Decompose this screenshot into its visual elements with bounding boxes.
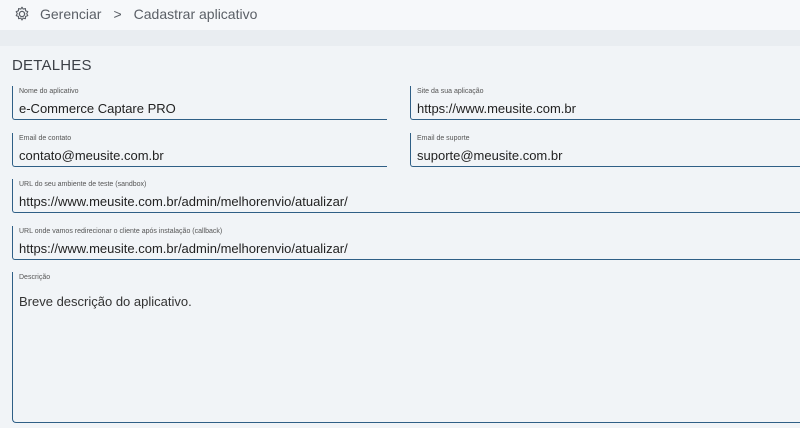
breadcrumb: Gerenciar > Cadastrar aplicativo	[14, 6, 257, 22]
breadcrumb-item-gerenciar[interactable]: Gerenciar	[40, 6, 101, 22]
field-label: Email de suporte	[417, 135, 470, 142]
field-label: URL do seu ambiente de teste (sandbox)	[19, 181, 147, 188]
field-label: Descrição	[19, 274, 51, 281]
field-label: Site da sua aplicação	[417, 88, 484, 95]
callback-url-field[interactable]: URL onde vamos redirecionar o cliente ap…	[12, 226, 800, 260]
field-label: Nome do aplicativo	[19, 88, 79, 95]
contact-email-field[interactable]: Email de contato contato@meusite.com.br	[12, 133, 387, 167]
sandbox-url-input[interactable]: https://www.meusite.com.br/admin/melhore…	[19, 194, 348, 209]
site-field[interactable]: Site da sua aplicação https://www.meusit…	[410, 86, 800, 120]
top-bar: Gerenciar > Cadastrar aplicativo	[0, 0, 800, 31]
gear-icon[interactable]	[14, 6, 30, 22]
app-name-input[interactable]: e-Commerce Captare PRO	[19, 101, 176, 116]
contact-email-input[interactable]: contato@meusite.com.br	[19, 148, 164, 163]
breadcrumb-item-current: Cadastrar aplicativo	[133, 6, 258, 22]
sandbox-url-field[interactable]: URL do seu ambiente de teste (sandbox) h…	[12, 179, 800, 213]
breadcrumb-separator: >	[113, 6, 122, 22]
description-field[interactable]: Descrição Breve descrição do aplicativo.	[12, 272, 800, 423]
section-title: DETALHES	[12, 57, 92, 74]
field-label: Email de contato	[19, 135, 72, 142]
app-name-field[interactable]: Nome do aplicativo e-Commerce Captare PR…	[12, 86, 387, 120]
description-textarea[interactable]: Breve descrição do aplicativo.	[19, 294, 192, 309]
header-band	[0, 30, 800, 46]
support-email-field[interactable]: Email de suporte suporte@meusite.com.br	[410, 133, 800, 167]
support-email-input[interactable]: suporte@meusite.com.br	[417, 148, 562, 163]
field-label: URL onde vamos redirecionar o cliente ap…	[19, 228, 223, 235]
site-input[interactable]: https://www.meusite.com.br	[417, 101, 576, 116]
callback-url-input[interactable]: https://www.meusite.com.br/admin/melhore…	[19, 241, 348, 256]
